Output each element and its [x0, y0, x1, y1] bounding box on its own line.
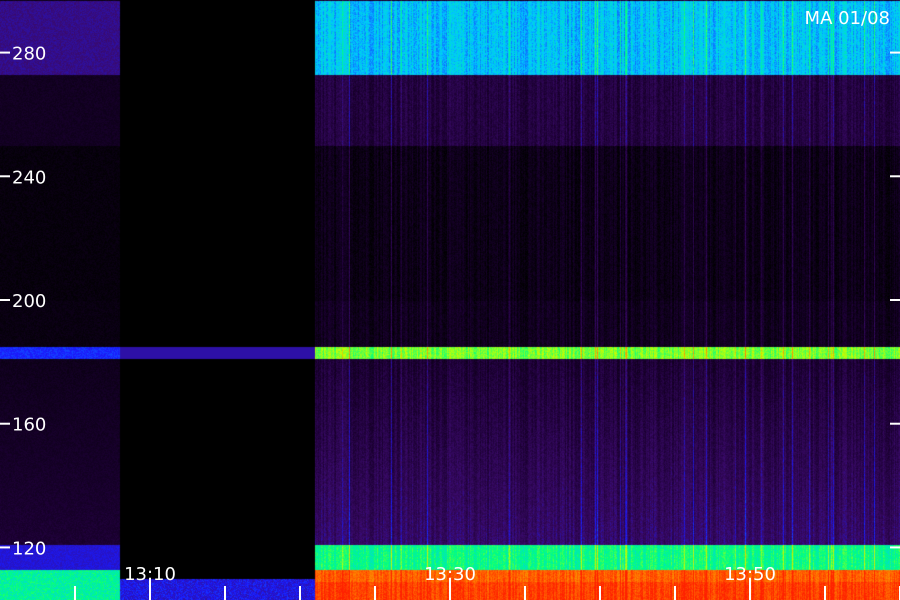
spectrogram-heatmap — [0, 0, 900, 600]
